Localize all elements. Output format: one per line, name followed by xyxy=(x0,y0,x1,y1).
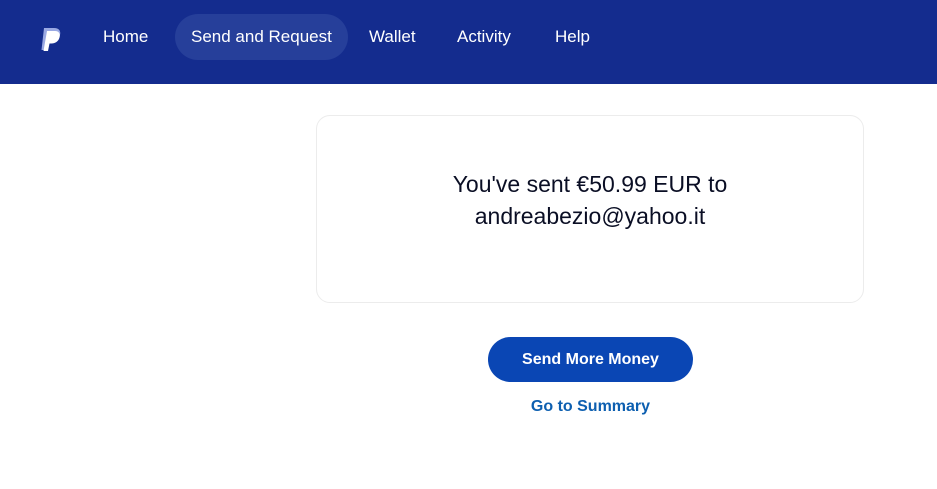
nav-activity[interactable]: Activity xyxy=(441,14,527,60)
nav-help[interactable]: Help xyxy=(539,14,606,60)
confirmation-message: You've sent €50.99 EUR to andreabezio@ya… xyxy=(317,168,863,232)
confirmation-card: You've sent €50.99 EUR to andreabezio@ya… xyxy=(316,115,864,303)
top-navigation-bar: Home Send and Request Wallet Activity He… xyxy=(0,0,937,84)
confirmation-line-amount: You've sent €50.99 EUR to xyxy=(452,171,728,197)
nav-home[interactable]: Home xyxy=(87,14,164,60)
confirmation-line-recipient: andreabezio@yahoo.it xyxy=(474,203,706,229)
main-nav: Home Send and Request Wallet Activity He… xyxy=(0,0,937,84)
send-more-money-button[interactable]: Send More Money xyxy=(488,337,693,382)
nav-wallet[interactable]: Wallet xyxy=(353,14,432,60)
go-to-summary-link[interactable]: Go to Summary xyxy=(488,398,693,416)
nav-send-and-request[interactable]: Send and Request xyxy=(175,14,348,60)
